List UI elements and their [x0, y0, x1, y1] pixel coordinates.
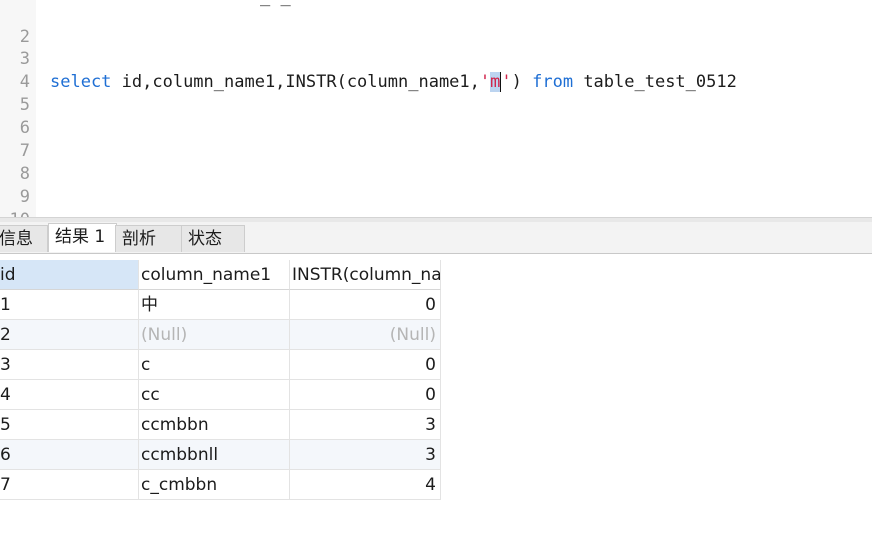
code-line-8[interactable]: 8: [0, 140, 872, 184]
tab-message[interactable]: 信息: [0, 225, 48, 252]
cell-instr[interactable]: 0: [290, 380, 441, 410]
column-header-column-name1[interactable]: column_name1: [139, 260, 290, 290]
cell-instr[interactable]: 3: [290, 410, 441, 440]
cell-column-name1[interactable]: cc: [139, 380, 290, 410]
cell-column-name1[interactable]: c_cmbbn: [139, 470, 290, 500]
cell-id[interactable]: 3: [0, 350, 139, 380]
table-row[interactable]: 4 cc 0: [0, 380, 441, 410]
table-row[interactable]: 5 ccmbbn 3: [0, 410, 441, 440]
table-row[interactable]: 1 中 0: [0, 290, 441, 320]
cell-column-name1[interactable]: ccmbbn: [139, 410, 290, 440]
code-line-6[interactable]: 6: [0, 94, 872, 138]
table-row[interactable]: 7 c_cmbbn 4: [0, 470, 441, 500]
sql-editor[interactable]: _ _ 2 3 select id,column_name1,INSTR(col…: [0, 0, 872, 218]
cell-column-name1[interactable]: (Null): [139, 320, 290, 350]
cell-column-name1[interactable]: c: [139, 350, 290, 380]
cell-id[interactable]: 7: [0, 470, 139, 500]
code-line-3[interactable]: 3 select id,column_name1,INSTR(column_na…: [0, 25, 872, 92]
column-header-id[interactable]: id: [0, 260, 139, 290]
cell-id[interactable]: 4: [0, 380, 139, 410]
code-line-4[interactable]: 4: [0, 48, 872, 92]
column-header-instr[interactable]: INSTR(column_name1,'m'): [290, 260, 441, 290]
cell-instr[interactable]: (Null): [290, 320, 441, 350]
grid-header-row: id column_name1 INSTR(column_name1,'m'): [0, 260, 441, 290]
result-tab-bar: 信息 结果 1 剖析 状态: [0, 222, 872, 254]
tab-profile[interactable]: 剖析: [115, 225, 182, 252]
code-line-9[interactable]: 9: [0, 163, 872, 207]
table-row[interactable]: 3 c 0: [0, 350, 441, 380]
cell-instr[interactable]: 4: [290, 470, 441, 500]
code-line-5[interactable]: 5: [0, 71, 872, 115]
cell-instr[interactable]: 0: [290, 290, 441, 320]
code-line-10[interactable]: 10: [0, 186, 872, 218]
table-row[interactable]: 2 (Null) (Null): [0, 320, 441, 350]
tab-status[interactable]: 状态: [181, 225, 245, 252]
cell-instr[interactable]: 0: [290, 350, 441, 380]
cell-instr[interactable]: 3: [290, 440, 441, 470]
code-line-7[interactable]: 7: [0, 117, 872, 161]
cell-id[interactable]: 5: [0, 410, 139, 440]
cell-id[interactable]: 1: [0, 290, 139, 320]
cell-column-name1[interactable]: 中: [139, 290, 290, 320]
cell-id[interactable]: 2: [0, 320, 139, 350]
cell-id[interactable]: 6: [0, 440, 139, 470]
code-line-2[interactable]: 2: [0, 3, 872, 47]
cell-column-name1[interactable]: ccmbbnll: [139, 440, 290, 470]
table-row[interactable]: 6 ccmbbnll 3: [0, 440, 441, 470]
tab-result-1[interactable]: 结果 1: [48, 223, 117, 252]
